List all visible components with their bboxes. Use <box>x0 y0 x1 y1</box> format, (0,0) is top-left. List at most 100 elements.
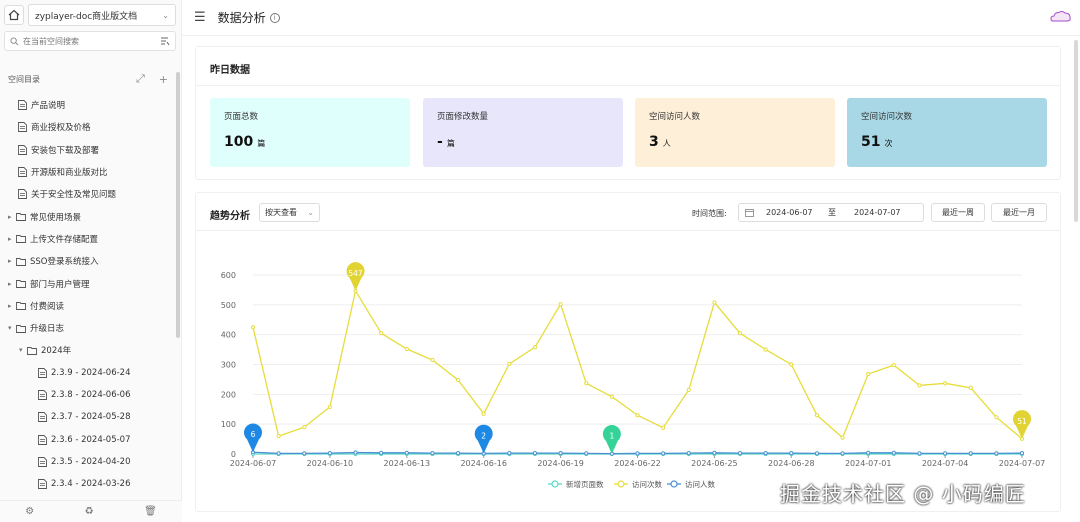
legend-label: 访问人数 <box>685 479 715 489</box>
tree-doc[interactable]: 2.3.7 - 2024-05-28 <box>0 406 176 428</box>
view-mode-select[interactable]: 按天查看 ⌄ <box>259 203 320 222</box>
legend-symbol <box>670 480 678 488</box>
range-separator: 至 <box>828 208 836 217</box>
last-week-button[interactable]: 最近一周 <box>931 203 985 222</box>
space-select[interactable]: zyplayer-doc商业版文档 ⌄ <box>28 4 176 26</box>
tree-folder[interactable]: ▸ 常见使用场景 <box>0 205 176 227</box>
data-point <box>917 451 922 456</box>
tree-item-label: 安装包下载及部署 <box>31 145 100 156</box>
data-point <box>353 450 358 455</box>
x-tick-label: 2024-06-28 <box>768 459 815 468</box>
chevron-down-icon: ⌄ <box>162 10 169 20</box>
tree-doc[interactable]: 安装包下载及部署 <box>0 139 176 161</box>
expand-all-icon[interactable]: ⤢ <box>136 72 145 86</box>
end-date[interactable]: 2024-07-07 <box>854 208 901 217</box>
stat-unit: 人 <box>662 139 671 148</box>
tree-item-label: 开源版和商业版对比 <box>31 168 108 179</box>
tree-doc[interactable]: 2.3.5 - 2024-04-20 <box>0 451 176 473</box>
tree-folder[interactable]: ▸ SSO登录系统接入 <box>0 250 176 272</box>
data-point <box>584 451 589 456</box>
yesterday-title: 昨日数据 <box>210 65 250 76</box>
document-icon <box>38 367 47 378</box>
stat-number: - <box>437 134 443 150</box>
folder-icon <box>16 234 26 244</box>
stat-value: 51 次 <box>861 134 1033 150</box>
trend-chart: 0 100 200 300 400 500 600 2024-06-07 2024-06-10 2… <box>221 262 1045 489</box>
caret-right-icon[interactable]: ▸ <box>8 280 16 288</box>
data-point <box>430 357 435 363</box>
document-icon <box>18 100 27 111</box>
x-tick-label: 2024-06-19 <box>537 459 584 468</box>
tree-folder[interactable]: ▸ 付费阅读 <box>0 295 176 317</box>
document-icon <box>38 390 47 400</box>
tree-item-label: 产品说明 <box>31 101 66 112</box>
marker-label: 6 <box>251 430 256 439</box>
tree-folder[interactable]: ▾ 2024年 <box>0 339 176 361</box>
data-point <box>455 377 461 383</box>
caret-right-icon[interactable]: ▸ <box>8 302 16 310</box>
tree-item-label: SSO登录系统接入 <box>30 257 99 268</box>
data-point <box>866 450 871 455</box>
trash-icon[interactable]: 🗑 <box>144 506 157 517</box>
tree-doc[interactable]: 关于安全性及常见问题 <box>0 183 176 205</box>
stat-label: 空间访问人数 <box>649 112 701 122</box>
stat-number: 51 <box>861 134 881 150</box>
data-point <box>404 346 409 352</box>
search-input[interactable] <box>23 36 160 46</box>
data-point <box>250 325 256 330</box>
data-point <box>635 451 640 456</box>
tree-doc[interactable]: 2.3.8 - 2024-06-06 <box>0 384 176 406</box>
caret-down-icon[interactable]: ▾ <box>8 324 16 332</box>
sidebar: zyplayer-doc商业版文档 ⌄ 空间目录 ⤢ + 产品说明商业授权及价格… <box>0 0 182 522</box>
data-point <box>994 451 999 456</box>
tree-doc[interactable]: 2.3.6 - 2024-05-07 <box>0 428 176 450</box>
tree-item-label: 关于安全性及常见问题 <box>31 190 117 201</box>
document-icon <box>18 167 27 177</box>
add-icon[interactable]: + <box>159 73 168 86</box>
stat-unit: 篇 <box>446 139 455 148</box>
tree-doc[interactable]: 商业授权及价格 <box>0 116 176 138</box>
data-point <box>891 450 896 455</box>
tree-item-label: 付费阅读 <box>30 301 65 312</box>
marker-label: 51 <box>1017 417 1027 426</box>
stat-label: 空间访问次数 <box>861 112 913 122</box>
tree-folder[interactable]: ▾ 升级日志 <box>0 317 176 339</box>
date-range-picker[interactable]: 2024-06-07 至 2024-07-07 <box>738 203 924 222</box>
caret-right-icon[interactable]: ▸ <box>8 235 16 243</box>
tree-doc[interactable]: 2.3.9 - 2024-06-24 <box>0 362 176 384</box>
home-button[interactable] <box>4 5 24 25</box>
settings-icon[interactable]: ⚙ <box>25 506 34 517</box>
stat-page-modified: 页面修改数量 -篇 <box>423 98 623 167</box>
tree-item-label: 2.3.5 - 2024-04-20 <box>51 456 131 467</box>
data-point <box>327 451 332 456</box>
caret-right-icon[interactable]: ▸ <box>8 213 16 221</box>
legend-label: 访问次数 <box>632 479 662 489</box>
tree-doc[interactable]: 2.3.4 - 2024-03-26 <box>0 473 176 495</box>
data-point <box>789 451 794 456</box>
last-month-button[interactable]: 最近一月 <box>991 203 1047 222</box>
stat-value: 3人 <box>649 134 821 150</box>
recycle-icon[interactable]: ♻ <box>85 506 94 517</box>
menu-icon[interactable]: ☰ <box>194 10 206 25</box>
info-icon[interactable]: i <box>269 12 280 23</box>
y-tick-label: 600 <box>221 271 236 280</box>
trend-title: 趋势分析 <box>210 211 250 222</box>
space-name: zyplayer-doc商业版文档 <box>35 11 138 22</box>
sidebar-scrollbar[interactable] <box>176 72 180 338</box>
start-date[interactable]: 2024-06-07 <box>766 208 820 217</box>
data-point <box>276 451 281 456</box>
data-point <box>430 451 435 456</box>
tree-folder[interactable]: ▸ 部门与用户管理 <box>0 272 176 294</box>
tree-doc[interactable]: 产品说明 <box>0 94 176 116</box>
main-scrollbar[interactable] <box>1074 40 1078 222</box>
caret-down-icon[interactable]: ▾ <box>19 346 27 354</box>
data-point <box>327 404 332 409</box>
tree-doc[interactable]: 开源版和商业版对比 <box>0 161 176 183</box>
tree-folder[interactable]: ▸ 上传文件存储配置 <box>0 228 176 250</box>
tree-item-label: 2024年 <box>41 346 72 357</box>
caret-right-icon[interactable]: ▸ <box>8 257 16 265</box>
data-point <box>661 451 666 456</box>
data-point <box>661 425 666 430</box>
filter-icon[interactable] <box>160 37 170 46</box>
directory-title: 空间目录 <box>8 74 40 84</box>
